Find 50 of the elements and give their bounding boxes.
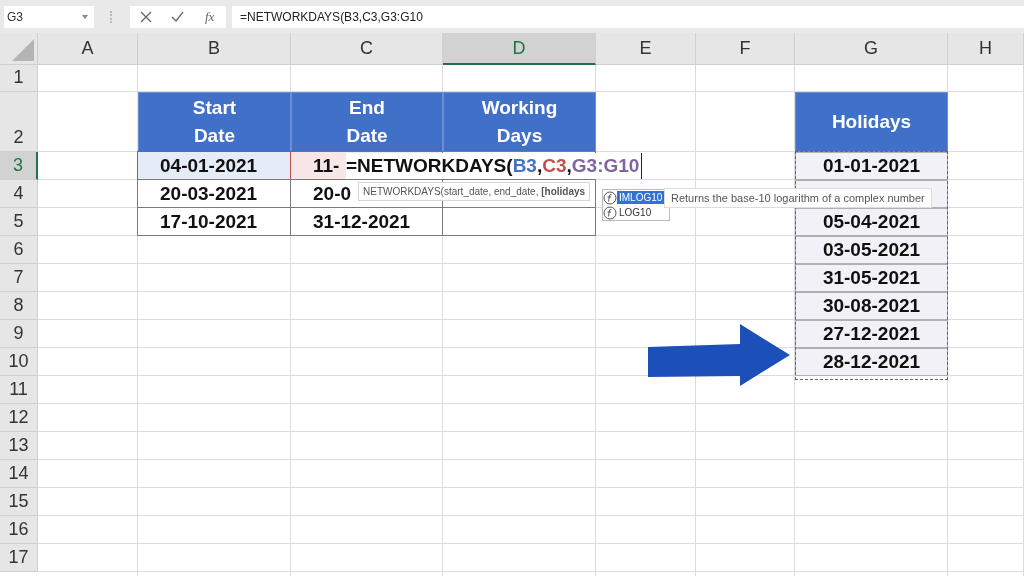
row-header[interactable]: 6 xyxy=(0,236,38,264)
grip-icon xyxy=(110,10,114,23)
row-header[interactable]: 3 xyxy=(0,152,38,180)
row-header[interactable]: 13 xyxy=(0,432,38,460)
row-header[interactable]: 10 xyxy=(0,348,38,376)
holiday-cell: 03-05-2021 xyxy=(795,236,948,264)
holiday-cell: 30-08-2021 xyxy=(795,292,948,320)
function-syntax-tooltip: NETWORKDAYS(start_date, end_date, [holidays xyxy=(358,182,591,201)
autocomplete-item[interactable]: LOG10 xyxy=(617,206,669,219)
check-icon[interactable] xyxy=(170,11,184,22)
holiday-cell: 31-05-2021 xyxy=(795,264,948,292)
name-box[interactable]: G3 xyxy=(4,5,94,28)
row-header[interactable]: 9 xyxy=(0,320,38,348)
holiday-cell: 05-04-2021 xyxy=(795,208,948,236)
cell-edit-text[interactable]: =NETWORKDAYS(B3,C3,G3:G10 xyxy=(346,153,643,179)
row-header[interactable]: 1 xyxy=(0,65,38,92)
table-cell: 20-03-2021 xyxy=(137,179,291,208)
table-header-cell: Holidays xyxy=(795,92,948,152)
row-header[interactable]: 7 xyxy=(0,264,38,292)
table-header-cell: Working Days xyxy=(443,92,596,152)
holiday-cell: 28-12-2021 xyxy=(795,348,948,376)
column-header[interactable]: C xyxy=(291,33,443,65)
column-header[interactable]: D xyxy=(443,33,596,65)
cancel-icon[interactable] xyxy=(139,10,152,23)
function-description-tooltip: Returns the base-10 logarithm of a complex number xyxy=(664,188,932,208)
table-cell: 17-10-2021 xyxy=(137,207,291,236)
column-header[interactable]: H xyxy=(948,33,1024,65)
row-header[interactable]: 8 xyxy=(0,292,38,320)
holiday-cell: 27-12-2021 xyxy=(795,320,948,348)
column-header[interactable]: E xyxy=(596,33,696,65)
column-header[interactable]: G xyxy=(795,33,948,65)
column-header[interactable]: A xyxy=(38,33,138,65)
insert-function-button[interactable]: fx xyxy=(203,8,217,25)
row-header[interactable]: 16 xyxy=(0,516,38,544)
row-header[interactable]: 12 xyxy=(0,404,38,432)
row-header[interactable]: 17 xyxy=(0,544,38,572)
table-cell: 04-01-2021 xyxy=(137,151,291,180)
row-header[interactable]: 11 xyxy=(0,376,38,404)
row-header[interactable]: 2 xyxy=(0,92,38,152)
dropdown-caret-icon xyxy=(82,14,88,19)
holiday-cell: 01-01-2021 xyxy=(795,152,948,180)
column-header[interactable]: B xyxy=(138,33,291,65)
table-header-cell: End Date xyxy=(291,92,443,152)
row-header[interactable]: 15 xyxy=(0,488,38,516)
row-header[interactable]: 14 xyxy=(0,460,38,488)
column-header[interactable]: F xyxy=(696,33,795,65)
formula-field[interactable]: =NETWORKDAYS(B3,C3,G3:G10 xyxy=(232,5,1024,28)
row-header[interactable]: 5 xyxy=(0,208,38,236)
table-header-cell: Start Date xyxy=(138,92,291,152)
row-header[interactable]: 4 xyxy=(0,180,38,208)
